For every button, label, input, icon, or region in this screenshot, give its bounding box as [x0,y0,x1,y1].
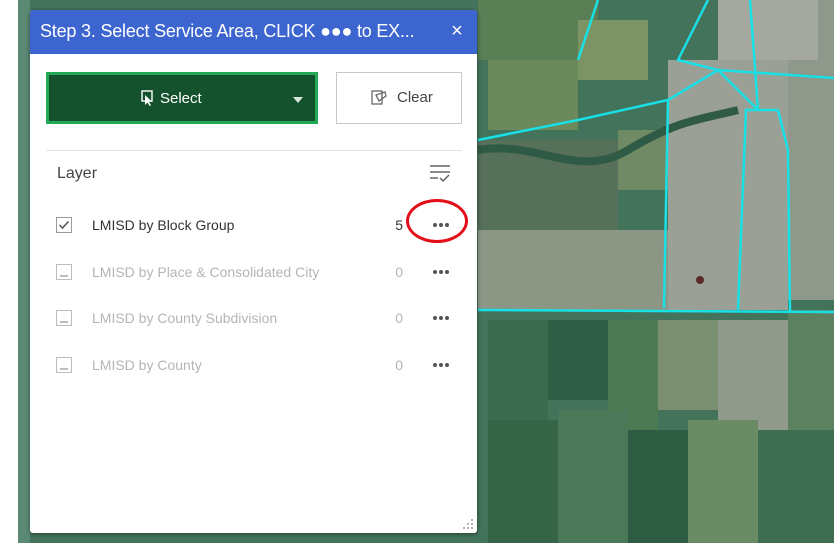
panel-title-bar: Step 3. Select Service Area, CLICK ●●● t… [30,10,477,54]
layer-name: LMISD by County Subdivision [92,310,278,326]
layer-checkbox[interactable] [56,264,72,280]
more-options-icon[interactable] [424,260,458,282]
panel-title: Step 3. Select Service Area, CLICK ●●● t… [40,21,415,41]
layer-name: LMISD by County [92,357,202,373]
layer-checkbox[interactable] [56,310,72,326]
divider [46,150,462,151]
select-panel: Step 3. Select Service Area, CLICK ●●● t… [30,10,477,533]
layer-checkbox[interactable] [56,357,72,373]
highlight-annotation [406,199,468,243]
checkmark-icon [58,220,70,230]
resize-grip-icon[interactable] [462,518,474,530]
layer-checkbox[interactable] [56,217,72,233]
layer-count: 5 [395,217,403,233]
layer-count: 0 [395,264,403,280]
chevron-down-icon [293,97,303,103]
layer-name: LMISD by Block Group [92,217,235,233]
clear-button[interactable]: Clear [336,72,462,124]
layer-name: LMISD by Place & Consolidated City [92,264,320,280]
more-options-icon[interactable] [424,353,458,375]
close-button[interactable]: × [446,18,468,44]
more-options-icon[interactable] [424,306,458,328]
clear-button-label: Clear [397,89,433,106]
layer-row[interactable]: LMISD by County 0 [46,351,466,381]
layer-count: 0 [395,310,403,326]
layer-row[interactable]: LMISD by County Subdivision 0 [46,304,466,334]
layer-row[interactable]: LMISD by Block Group 5 [46,211,466,241]
select-button-label: Select [160,90,202,107]
select-icon [141,90,153,106]
layer-count: 0 [395,357,403,373]
clear-icon [371,90,387,105]
layer-row[interactable]: LMISD by Place & Consolidated City 0 [46,258,466,288]
select-button[interactable]: Select [46,72,318,124]
layer-heading: Layer [57,165,98,182]
filter-icon[interactable] [428,161,452,185]
